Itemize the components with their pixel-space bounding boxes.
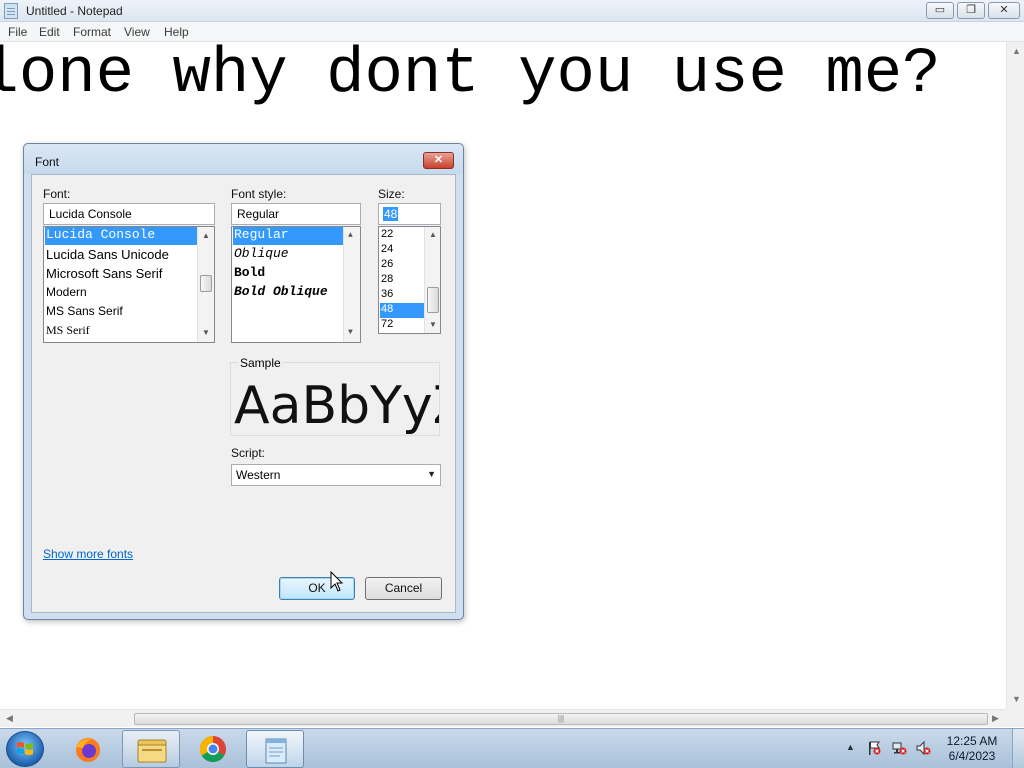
close-button[interactable]: ✕ — [988, 2, 1020, 19]
taskbar-chrome[interactable] — [184, 730, 242, 768]
script-value: Western — [236, 468, 281, 482]
font-style-label: Font style: — [231, 187, 287, 201]
style-option-regular[interactable]: Regular — [233, 227, 343, 245]
style-option-bold-oblique[interactable]: Bold Oblique — [233, 284, 328, 302]
horizontal-scrollbar[interactable]: ◀ ||| ▶ — [0, 709, 1006, 727]
size-list-scroll-thumb[interactable] — [427, 287, 439, 313]
menu-edit[interactable]: Edit — [39, 25, 60, 39]
size-option-26[interactable]: 26 — [380, 258, 424, 273]
font-option-ms-sans-serif[interactable]: MS Sans Serif — [45, 304, 123, 322]
size-field[interactable]: 48 — [378, 203, 441, 225]
font-option-microsoft-sans-serif[interactable]: Microsoft Sans Serif — [45, 266, 162, 284]
chrome-icon — [199, 735, 226, 763]
size-list-scrollbar[interactable]: ▲ ▼ — [424, 227, 440, 333]
mouse-pointer-icon — [330, 571, 344, 592]
desktop-screen: Untitled - Notepad ▭ ❐ ✕ File Edit Forma… — [0, 0, 1024, 768]
style-list-up-arrow-icon[interactable]: ▲ — [348, 231, 353, 240]
taskbar: ▲ 12:25 AM 6/4/2023 — [0, 728, 1024, 768]
system-clock[interactable]: 12:25 AM 6/4/2023 — [940, 734, 1004, 764]
font-option-lucida-console[interactable]: Lucida Console — [45, 227, 197, 245]
size-option-28[interactable]: 28 — [380, 273, 424, 288]
vertical-scrollbar[interactable]: ▲ ▼ — [1006, 42, 1024, 709]
clock-time: 12:25 AM — [946, 734, 998, 748]
window-title: Untitled - Notepad — [26, 4, 123, 18]
maximize-button[interactable]: ❐ — [957, 2, 985, 19]
show-more-fonts-link[interactable]: Show more fonts — [43, 547, 133, 561]
scroll-right-arrow-icon[interactable]: ▶ — [992, 713, 999, 724]
size-option-72[interactable]: 72 — [380, 318, 424, 333]
network-icon[interactable] — [891, 740, 907, 756]
clock-date: 6/4/2023 — [948, 749, 996, 763]
size-list[interactable]: 22 24 26 28 36 48 72 ▲ ▼ — [378, 226, 441, 334]
sample-preview: AaBbYyZz — [234, 376, 439, 434]
editor-text: alone why dont you use me? — [0, 42, 941, 111]
scroll-left-arrow-icon[interactable]: ◀ — [6, 713, 13, 724]
taskbar-notepad[interactable] — [246, 730, 304, 768]
font-option-ms-serif[interactable]: MS Serif — [45, 323, 90, 341]
font-option-modern[interactable]: Modern — [45, 285, 87, 303]
volume-muted-icon[interactable] — [915, 740, 931, 756]
horizontal-scroll-thumb[interactable]: ||| — [134, 713, 988, 725]
show-hidden-icons-icon[interactable]: ▲ — [846, 742, 855, 752]
firefox-icon — [76, 738, 100, 762]
dropdown-arrow-icon[interactable]: ▼ — [427, 469, 436, 479]
menu-bar: File Edit Format View Help — [0, 22, 1024, 42]
script-dropdown[interactable]: Western ▼ — [231, 464, 441, 486]
font-list-scroll-thumb[interactable] — [200, 275, 212, 292]
size-field-value: 48 — [383, 207, 399, 221]
size-list-up-arrow-icon[interactable]: ▲ — [429, 230, 437, 239]
font-list-scrollbar[interactable]: ▲ ▼ — [197, 227, 214, 342]
dialog-title-bar: Font ✕ — [24, 144, 463, 174]
notepad-icon — [265, 738, 287, 764]
script-label: Script: — [231, 446, 266, 460]
font-name-field[interactable]: Lucida Console — [43, 203, 215, 225]
windows-logo-icon — [17, 742, 33, 755]
size-option-36[interactable]: 36 — [380, 288, 424, 303]
font-label: Font: — [43, 187, 71, 201]
size-option-48[interactable]: 48 — [380, 303, 424, 318]
taskbar-firefox[interactable] — [59, 730, 117, 768]
font-list[interactable]: Lucida Console Lucida Sans Unicode Micro… — [43, 226, 215, 343]
style-option-bold[interactable]: Bold — [233, 265, 265, 283]
font-option-lucida-sans-unicode[interactable]: Lucida Sans Unicode — [45, 247, 169, 265]
menu-help[interactable]: Help — [164, 25, 189, 39]
folder-icon — [137, 739, 167, 763]
scroll-down-arrow-icon[interactable]: ▼ — [1012, 694, 1021, 704]
size-list-down-arrow-icon[interactable]: ▼ — [429, 320, 437, 329]
size-option-24[interactable]: 24 — [380, 243, 424, 258]
sample-label: Sample — [238, 356, 283, 370]
action-center-flag-icon[interactable] — [866, 740, 882, 756]
font-style-list[interactable]: Regular Oblique Bold Bold Oblique ▲ ▼ — [231, 226, 361, 343]
font-style-list-scrollbar[interactable]: ▲ ▼ — [343, 227, 360, 342]
font-list-up-arrow-icon[interactable]: ▲ — [202, 231, 210, 240]
notepad-icon — [4, 3, 18, 19]
style-list-down-arrow-icon[interactable]: ▼ — [348, 328, 353, 337]
size-option-22[interactable]: 22 — [380, 228, 424, 243]
style-option-oblique[interactable]: Oblique — [233, 246, 289, 264]
size-grip — [1006, 709, 1024, 727]
font-style-field[interactable]: Regular — [231, 203, 361, 225]
cancel-button[interactable]: Cancel — [365, 577, 442, 600]
menu-format[interactable]: Format — [73, 25, 111, 39]
dialog-title: Font — [35, 155, 60, 169]
menu-file[interactable]: File — [8, 25, 27, 39]
scroll-up-arrow-icon[interactable]: ▲ — [1012, 46, 1021, 56]
show-desktop-button[interactable] — [1012, 729, 1024, 768]
dialog-close-button[interactable]: ✕ — [423, 152, 454, 169]
taskbar-file-explorer[interactable] — [122, 730, 180, 768]
notepad-title-bar: Untitled - Notepad ▭ ❐ ✕ — [0, 0, 1024, 22]
font-list-down-arrow-icon[interactable]: ▼ — [202, 328, 210, 337]
start-button[interactable] — [6, 731, 44, 767]
size-label: Size: — [378, 187, 405, 201]
menu-view[interactable]: View — [124, 25, 150, 39]
minimize-button[interactable]: ▭ — [926, 2, 954, 19]
